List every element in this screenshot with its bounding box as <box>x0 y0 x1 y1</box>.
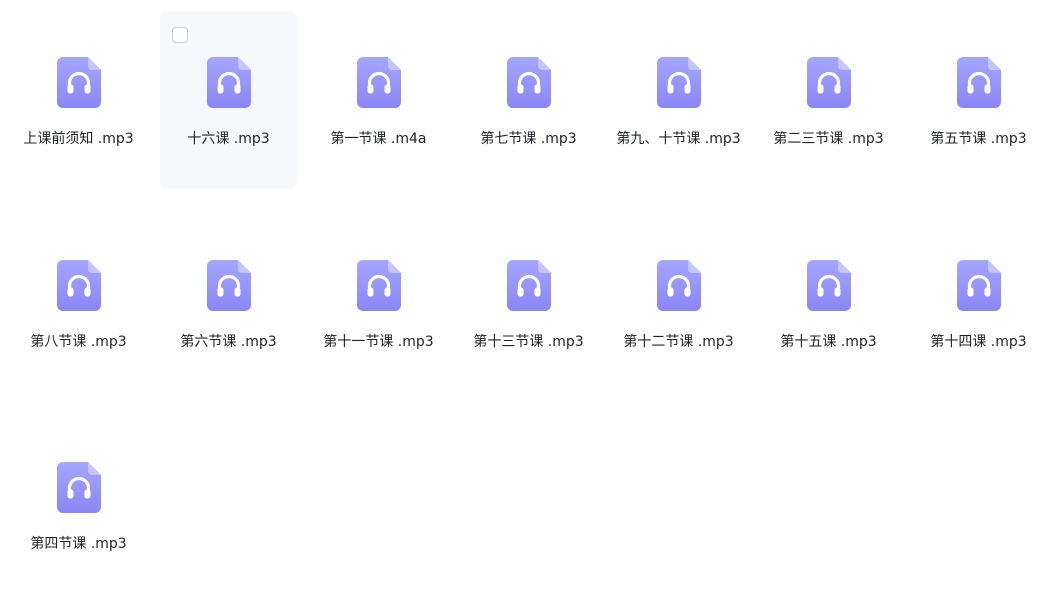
file-name: 十六课 .mp3 <box>187 131 270 147</box>
file-item[interactable]: 十六课 .mp3 <box>160 11 297 189</box>
audio-file-icon <box>357 57 401 108</box>
audio-file-icon <box>957 259 1001 311</box>
audio-file-icon <box>957 57 1001 108</box>
file-item[interactable]: 第十三节课 .mp3 <box>460 214 597 392</box>
file-item[interactable]: 第四节课 .mp3 <box>10 416 147 594</box>
audio-file-icon <box>57 57 101 108</box>
file-name: 上课前须知 .mp3 <box>23 131 134 147</box>
file-name: 第十三节课 .mp3 <box>473 333 584 350</box>
file-name: 第九、十节课 .mp3 <box>616 131 741 147</box>
file-item[interactable]: 第十二节课 .mp3 <box>610 214 747 392</box>
file-item[interactable]: 第五节课 .mp3 <box>910 11 1047 189</box>
file-name: 第四节课 .mp3 <box>30 536 127 552</box>
select-checkbox[interactable] <box>172 27 188 43</box>
audio-file-icon <box>57 259 101 311</box>
file-item[interactable]: 第十五课 .mp3 <box>760 214 897 392</box>
file-name: 第七节课 .mp3 <box>480 131 577 147</box>
audio-file-icon <box>207 259 251 311</box>
file-item[interactable]: 上课前须知 .mp3 <box>10 11 147 189</box>
file-name: 第六节课 .mp3 <box>180 333 277 350</box>
audio-file-icon <box>807 57 851 108</box>
file-grid: 上课前须知 .mp3 十六课 .mp3 第一节课 .m4a 第七节课 .mp3 <box>0 0 1056 598</box>
audio-file-icon <box>207 57 251 108</box>
file-item[interactable]: 第七节课 .mp3 <box>460 11 597 189</box>
file-name: 第一节课 .m4a <box>330 131 427 147</box>
file-item[interactable]: 第一节课 .m4a <box>310 11 447 189</box>
file-item[interactable]: 第九、十节课 .mp3 <box>610 11 747 189</box>
file-item[interactable]: 第十一节课 .mp3 <box>310 214 447 392</box>
audio-file-icon <box>357 259 401 311</box>
file-name: 第二三节课 .mp3 <box>773 131 884 147</box>
audio-file-icon <box>657 259 701 311</box>
file-name: 第十一节课 .mp3 <box>323 333 434 350</box>
file-name: 第八节课 .mp3 <box>30 333 127 350</box>
file-item[interactable]: 第二三节课 .mp3 <box>760 11 897 189</box>
audio-file-icon <box>507 57 551 108</box>
file-item[interactable]: 第六节课 .mp3 <box>160 214 297 392</box>
file-item[interactable]: 第八节课 .mp3 <box>10 214 147 392</box>
audio-file-icon <box>507 259 551 311</box>
file-item[interactable]: 第十四课 .mp3 <box>910 214 1047 392</box>
audio-file-icon <box>657 57 701 108</box>
file-name: 第十四课 .mp3 <box>930 333 1027 350</box>
audio-file-icon <box>57 462 101 513</box>
audio-file-icon <box>807 259 851 311</box>
file-name: 第十五课 .mp3 <box>780 333 877 350</box>
file-name: 第十二节课 .mp3 <box>623 333 734 350</box>
file-name: 第五节课 .mp3 <box>930 131 1027 147</box>
